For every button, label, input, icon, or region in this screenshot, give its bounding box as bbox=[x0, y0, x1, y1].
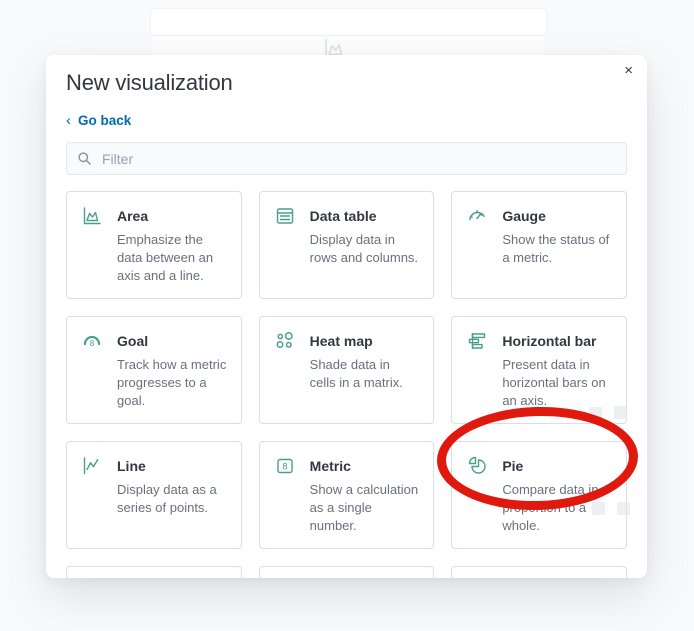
line-chart-icon bbox=[81, 455, 103, 477]
transparency-artifact-square bbox=[614, 406, 627, 419]
vis-type-title: Area bbox=[117, 207, 149, 224]
go-back-label: Go back bbox=[78, 113, 132, 128]
transparency-artifact-square bbox=[617, 502, 630, 515]
data-table-icon bbox=[274, 205, 296, 227]
vis-type-card-vertical-bar[interactable]: Vertical bar Present data in vertical ba… bbox=[451, 566, 627, 578]
vis-type-description: Track how a metric progresses to a goal. bbox=[117, 357, 227, 408]
vis-type-card-line[interactable]: Line Display data as a series of points. bbox=[66, 441, 242, 549]
vis-type-card-pie[interactable]: Pie Compare data in proportion to a whol… bbox=[451, 441, 627, 549]
area-chart-icon bbox=[81, 205, 103, 227]
visualization-type-grid: Area Emphasize the data between an axis … bbox=[66, 191, 627, 578]
vis-type-title: Heat map bbox=[309, 332, 373, 349]
vis-type-card-heat-map[interactable]: Heat map Shade data in cells in a matrix… bbox=[258, 316, 435, 424]
vis-type-card-tag-cloud[interactable]: Tag cloud Display word frequency with fo… bbox=[66, 566, 242, 578]
filter-input[interactable] bbox=[100, 149, 616, 168]
vis-type-card-metric[interactable]: 8 Metric Show a calculation as a single … bbox=[258, 441, 435, 549]
pie-chart-icon bbox=[466, 455, 488, 477]
vis-type-title: Data table bbox=[309, 207, 377, 224]
search-icon bbox=[77, 151, 92, 166]
modal-title: New visualization bbox=[66, 70, 233, 95]
new-visualization-modal: × New visualization ‹ Go back Filter Are… bbox=[46, 55, 647, 578]
metric-icon: 8 bbox=[274, 455, 296, 477]
vis-type-description: Display data as a series of points. bbox=[117, 482, 217, 515]
vis-type-title: Metric bbox=[309, 457, 351, 474]
vis-type-title: Line bbox=[117, 457, 146, 474]
filter-search-box[interactable] bbox=[66, 142, 627, 175]
svg-text:8: 8 bbox=[90, 339, 95, 348]
vis-type-title: Goal bbox=[117, 332, 149, 349]
vis-type-description: Display data in rows and columns. bbox=[309, 232, 419, 265]
go-back-link[interactable]: ‹ Go back bbox=[66, 113, 131, 128]
transparency-artifact-square bbox=[589, 407, 602, 420]
heat-map-icon bbox=[274, 330, 296, 352]
vis-type-description: Emphasize the data between an axis and a… bbox=[117, 232, 214, 283]
vis-type-card-timelion[interactable]: Timelion Show time series data on a grap… bbox=[258, 566, 435, 578]
goal-icon: 8 bbox=[81, 330, 103, 352]
vis-type-card-data-table[interactable]: Data table Display data in rows and colu… bbox=[258, 191, 435, 299]
vis-type-description: Shade data in cells in a matrix. bbox=[309, 357, 403, 390]
vis-type-title: Gauge bbox=[502, 207, 546, 224]
chevron-left-icon: ‹ bbox=[66, 112, 71, 129]
svg-text:8: 8 bbox=[282, 461, 287, 472]
close-icon[interactable]: × bbox=[620, 59, 637, 82]
background-card-edge bbox=[150, 8, 547, 36]
vis-type-description: Show the status of a metric. bbox=[502, 232, 610, 265]
vis-type-description: Show a calculation as a single number. bbox=[309, 482, 419, 533]
vis-type-card-area[interactable]: Area Emphasize the data between an axis … bbox=[66, 191, 242, 299]
vis-type-card-gauge[interactable]: Gauge Show the status of a metric. bbox=[451, 191, 627, 299]
gauge-icon bbox=[466, 205, 488, 227]
vis-type-title: Horizontal bar bbox=[502, 332, 597, 349]
vis-type-title: Pie bbox=[502, 457, 524, 474]
vis-type-card-goal[interactable]: 8 Goal Track how a metric progresses to … bbox=[66, 316, 242, 424]
transparency-artifact-square bbox=[592, 502, 605, 515]
vis-type-description: Present data in horizontal bars on an ax… bbox=[502, 357, 606, 408]
horizontal-bar-icon bbox=[466, 330, 488, 352]
